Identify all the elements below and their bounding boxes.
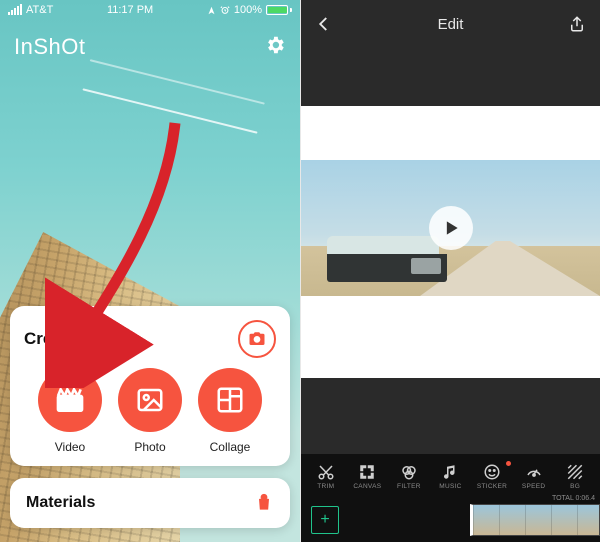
tool-trim[interactable]: TRIM (309, 463, 343, 490)
tool-label: TRIM (317, 483, 334, 490)
letterbox-bottom (301, 378, 600, 464)
tool-filter[interactable]: FILTER (392, 463, 426, 490)
canvas-icon (358, 463, 376, 481)
location-icon (207, 6, 216, 15)
alarm-icon (220, 5, 230, 15)
app-logo: InShOt (14, 34, 85, 60)
materials-card[interactable]: Materials (10, 478, 290, 528)
camera-button[interactable] (238, 320, 276, 358)
tool-speed[interactable]: SPEED (517, 463, 551, 490)
gear-icon (264, 34, 286, 56)
shop-icon (254, 493, 274, 513)
add-clip-button[interactable]: + (311, 506, 339, 534)
battery-pct-label: 100% (234, 4, 262, 16)
create-video-button[interactable]: Video (30, 368, 110, 454)
home-screen: AT&T 11:17 PM 100% InShOt Create New (0, 0, 300, 542)
video-preview[interactable] (301, 160, 600, 296)
share-button[interactable] (568, 15, 586, 33)
create-photo-button[interactable]: Photo (110, 368, 190, 454)
materials-label: Materials (26, 494, 95, 512)
music-icon (441, 463, 459, 481)
speed-icon (525, 463, 543, 481)
timeline[interactable]: + TOTAL 0:06.4 (301, 498, 600, 542)
tool-label: SPEED (522, 483, 546, 490)
tool-canvas[interactable]: CANVAS (350, 463, 384, 490)
clapperboard-icon (54, 384, 86, 416)
picture-icon (135, 385, 165, 415)
share-icon (568, 15, 586, 33)
action-label: Video (55, 440, 85, 454)
tool-label: FILTER (397, 483, 421, 490)
notification-dot (506, 461, 511, 466)
tool-sticker[interactable]: STICKER (475, 463, 509, 490)
carrier-label: AT&T (26, 4, 53, 16)
tool-label: STICKER (477, 483, 507, 490)
edit-header: Edit (301, 0, 600, 48)
create-collage-button[interactable]: Collage (190, 368, 270, 454)
play-button[interactable] (429, 206, 473, 250)
edit-screen: Edit TRIM CANVAS FILTER M (300, 0, 600, 542)
collage-icon (215, 385, 245, 415)
letterbox-top (301, 48, 600, 106)
create-card: Create New Video Photo (10, 306, 290, 466)
battery-icon (266, 5, 292, 15)
edit-toolbar: TRIM CANVAS FILTER MUSIC STICKER SPEED B… (301, 454, 600, 498)
filter-icon (400, 463, 418, 481)
chevron-left-icon (315, 15, 333, 33)
cut-icon (317, 463, 335, 481)
settings-button[interactable] (264, 34, 286, 56)
clock-label: 11:17 PM (107, 4, 153, 16)
total-time-label: TOTAL 0:06.4 (552, 495, 595, 502)
tool-label: CANVAS (353, 483, 381, 490)
back-button[interactable] (315, 15, 333, 33)
bg-icon (566, 463, 584, 481)
action-label: Photo (134, 440, 165, 454)
tool-bg[interactable]: BG (558, 463, 592, 490)
tool-music[interactable]: MUSIC (433, 463, 467, 490)
tool-label: MUSIC (439, 483, 461, 490)
edit-title: Edit (438, 16, 464, 33)
action-label: Collage (210, 440, 251, 454)
play-icon (441, 218, 461, 238)
create-title: Create New (24, 329, 117, 349)
sticker-icon (483, 463, 501, 481)
camera-icon (248, 330, 266, 348)
status-bar: AT&T 11:17 PM 100% (0, 0, 300, 20)
timeline-clip[interactable]: TOTAL 0:06.4 (470, 504, 600, 536)
tool-label: BG (570, 483, 580, 490)
preview-subject (327, 236, 447, 282)
signal-icon (8, 5, 22, 15)
